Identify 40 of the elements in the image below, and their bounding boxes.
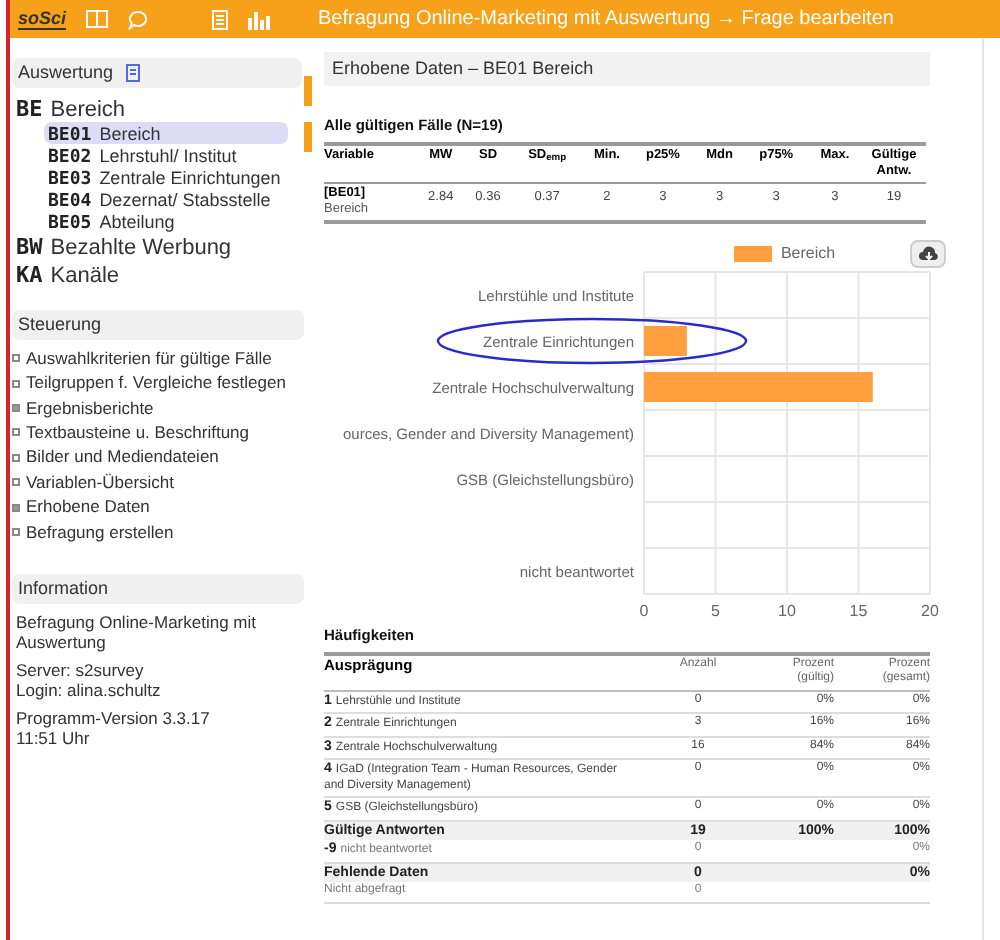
menu-link[interactable]: Teilgruppen f. Vergleiche festlegen xyxy=(12,370,304,396)
info-text: Programm-Version 3.3.17 11:51 Uhr xyxy=(16,708,212,749)
document-edit-icon[interactable] xyxy=(125,64,142,82)
document-icon[interactable] xyxy=(212,9,229,29)
nav-item[interactable]: BE05 Abteilung xyxy=(44,210,288,232)
nav-item[interactable]: BE03 Zentrale Einrichtungen xyxy=(44,166,288,188)
tick-label: 0 xyxy=(639,602,649,621)
tick-label: 15 xyxy=(849,602,868,621)
cloud-download-icon xyxy=(917,245,939,264)
tick-label: 5 xyxy=(711,602,720,621)
legend-label: Bereich xyxy=(780,242,836,267)
page-heading: Erhobene Daten – BE01 Bereich xyxy=(324,52,930,86)
logo[interactable]: soSci xyxy=(18,8,67,30)
nav-item[interactable]: KA Kanäle xyxy=(12,260,304,288)
section-title: Information xyxy=(18,575,109,602)
menu-link[interactable]: Erhobene Daten xyxy=(12,494,304,520)
nav-item[interactable]: BW Bezahlte Werbung xyxy=(12,232,304,260)
tick-label: 10 xyxy=(778,602,796,621)
menu-link[interactable]: Befragung erstellen xyxy=(12,519,304,545)
section-title: Auswertung xyxy=(18,59,114,86)
nav-item[interactable]: BE02 Lehrstuhl/ Institut xyxy=(44,144,288,166)
speech-bubble-icon[interactable] xyxy=(128,9,149,29)
bar-chart-icon[interactable] xyxy=(248,9,271,29)
side-tab-marker[interactable] xyxy=(304,76,312,106)
window-title: Befragung Online-Marketing mit Auswertung → Frage bearbeiten xyxy=(318,6,894,34)
nav-item[interactable]: BE Bereich xyxy=(12,94,304,122)
info-text: Server: s2survey Login: alina.schultz xyxy=(16,660,163,701)
section-title: Steuerung xyxy=(18,311,102,338)
menu-link[interactable]: Variablen-Übersicht xyxy=(12,469,304,495)
menu-link[interactable]: Textbausteine u. Beschriftung xyxy=(12,420,304,446)
menu-link[interactable]: Ergebnisberichte xyxy=(12,395,304,421)
menu-link[interactable]: Auswahlkriterien für gültige Fälle xyxy=(12,346,304,371)
tick-label: 20 xyxy=(921,602,939,621)
menu-link[interactable]: Bilder und Mediendateien xyxy=(12,445,304,470)
nav-item[interactable]: BE04 Dezernat/ Stabsstelle xyxy=(44,188,288,210)
nav-item[interactable]: BE01 Bereich xyxy=(44,122,288,144)
download-button[interactable] xyxy=(910,240,946,269)
side-tab-marker[interactable] xyxy=(304,122,312,152)
book-icon[interactable] xyxy=(86,10,109,28)
info-text: Befragung Online-Marketing mit Auswertung xyxy=(16,612,259,653)
